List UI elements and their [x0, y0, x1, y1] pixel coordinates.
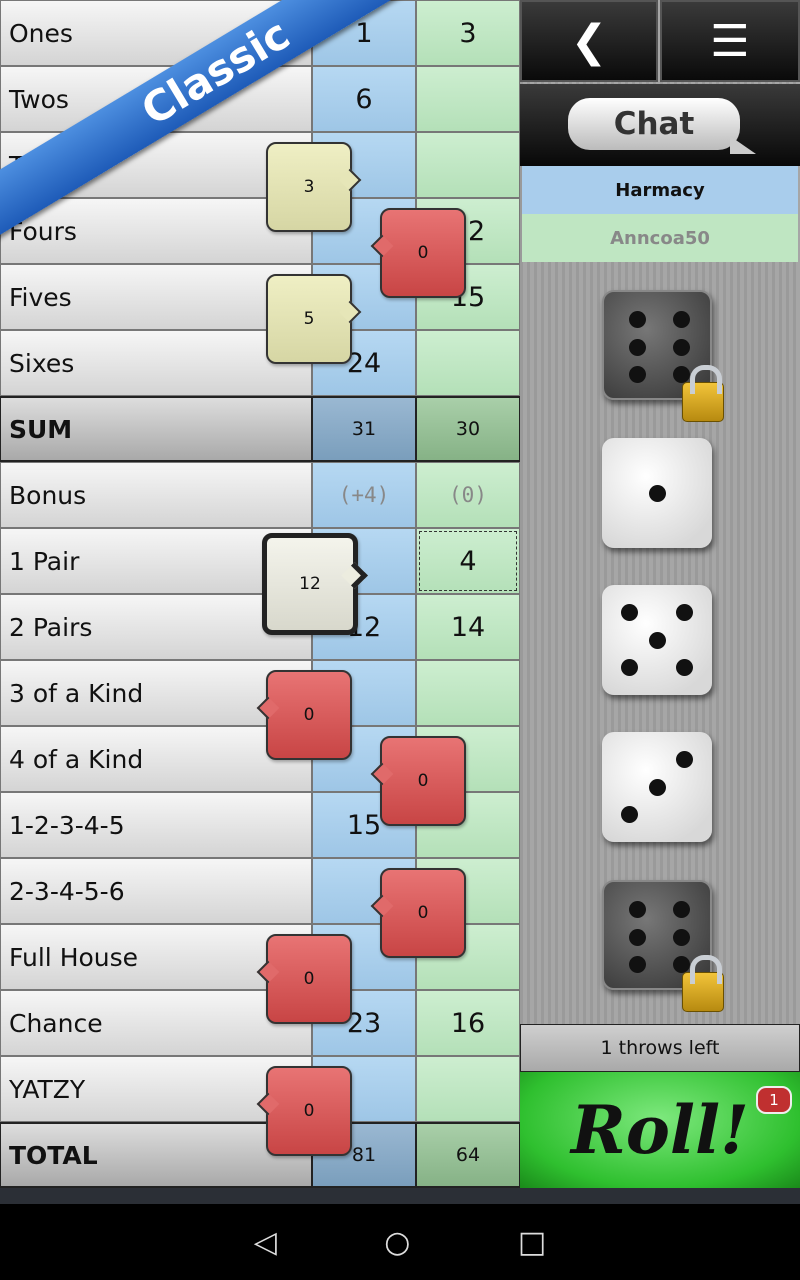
die-pip [676, 751, 693, 768]
die-pip [676, 604, 693, 621]
die[interactable] [602, 290, 724, 422]
die-pip [621, 659, 638, 676]
player2-score-cell[interactable]: 64 [416, 1122, 520, 1188]
score-suggestion-bubble[interactable]: 0 [266, 934, 352, 1024]
score-row: 3 of a Kind [0, 660, 520, 726]
chat-button[interactable]: Chat [568, 98, 756, 154]
score-sheet: Ones 1 3Twos 6 Threes Fours 12Fives 15Si… [0, 0, 520, 1188]
player1-name: Harmacy [522, 166, 798, 214]
back-button[interactable]: ❮ [520, 0, 658, 82]
player2-score-cell[interactable]: 14 [416, 594, 520, 660]
roll-label: Roll! [571, 1091, 749, 1169]
die-pip [672, 928, 690, 946]
die-pip [672, 338, 690, 356]
menu-button[interactable]: ☰ [660, 0, 800, 82]
player1-score-cell[interactable]: 6 [312, 66, 416, 132]
score-suggestion-bubble[interactable]: 0 [266, 1066, 352, 1156]
player2-score-cell[interactable] [416, 660, 520, 726]
score-row: YATZY [0, 1056, 520, 1122]
die[interactable] [602, 880, 724, 1012]
die-pip [628, 928, 646, 946]
score-row: SUM 31 30 [0, 396, 520, 462]
roll-badge: 1 [756, 1086, 792, 1114]
row-label: Bonus [0, 462, 312, 528]
bottom-strip [0, 1188, 800, 1204]
player2-score-cell[interactable]: 30 [416, 396, 520, 462]
nav-back-icon[interactable]: ◁ [254, 1225, 277, 1260]
row-label: SUM [0, 396, 312, 462]
nav-home-icon[interactable]: ○ [384, 1225, 410, 1260]
score-row: 2 Pairs 12 14 [0, 594, 520, 660]
score-suggestion-bubble[interactable]: 0 [380, 868, 466, 958]
player2-score-cell[interactable]: 4 [416, 528, 520, 594]
score-suggestion-bubble[interactable]: 3 [266, 142, 352, 232]
die-pip [648, 631, 666, 649]
game-panel: ❮ ☰ Chat Harmacy Anncoa50 1 throws left … [520, 0, 800, 1188]
score-row: Sixes 24 [0, 330, 520, 396]
player2-score-cell[interactable] [416, 330, 520, 396]
player2-score-cell[interactable]: (0) [416, 462, 520, 528]
player2-score-cell[interactable] [416, 1056, 520, 1122]
list-menu-icon: ☰ [710, 15, 750, 67]
player2-score-cell[interactable] [416, 66, 520, 132]
die-pip [628, 311, 646, 328]
die-pip [621, 604, 638, 621]
score-row: Chance 23 16 [0, 990, 520, 1056]
system-nav-bar: ◁ ○ □ [0, 1204, 800, 1280]
die[interactable] [602, 585, 712, 695]
player2-score-cell[interactable] [416, 132, 520, 198]
die-pip [676, 659, 693, 676]
die-pip [672, 311, 690, 328]
row-label: 2-3-4-5-6 [0, 858, 312, 924]
nav-recents-icon[interactable]: □ [518, 1225, 546, 1260]
player1-score-cell[interactable]: 31 [312, 396, 416, 462]
score-suggestion-bubble[interactable]: 0 [380, 208, 466, 298]
score-suggestion-bubble[interactable]: 12 [262, 533, 358, 635]
player2-score-cell[interactable]: 16 [416, 990, 520, 1056]
score-suggestion-bubble[interactable]: 0 [380, 736, 466, 826]
die-pip [628, 956, 646, 973]
die-pip [628, 338, 646, 356]
die-pip [672, 901, 690, 918]
lock-icon [682, 955, 724, 1012]
player1-score-cell[interactable]: (+4) [312, 462, 416, 528]
score-row: TOTAL 81 64 [0, 1122, 520, 1188]
die-pip [672, 956, 690, 973]
die-pip [648, 778, 666, 796]
roll-button[interactable]: Roll! 1 [520, 1072, 800, 1188]
die-pip [672, 366, 690, 383]
chevron-left-icon: ❮ [570, 15, 608, 67]
die[interactable] [602, 438, 712, 548]
throws-left: 1 throws left [520, 1024, 800, 1072]
player2-score-cell[interactable]: 3 [416, 0, 520, 66]
score-row: Bonus (+4) (0) [0, 462, 520, 528]
die-pip [628, 366, 646, 383]
score-row: 1 Pair 4 [0, 528, 520, 594]
die[interactable] [602, 732, 712, 842]
player2-name: Anncoa50 [522, 214, 798, 262]
die-pip [628, 901, 646, 918]
die-pip [648, 484, 666, 502]
chat-bar: Chat [520, 84, 800, 166]
score-suggestion-bubble[interactable]: 0 [266, 670, 352, 760]
row-label: 1-2-3-4-5 [0, 792, 312, 858]
lock-icon [682, 365, 724, 422]
score-suggestion-bubble[interactable]: 5 [266, 274, 352, 364]
die-pip [621, 806, 638, 823]
